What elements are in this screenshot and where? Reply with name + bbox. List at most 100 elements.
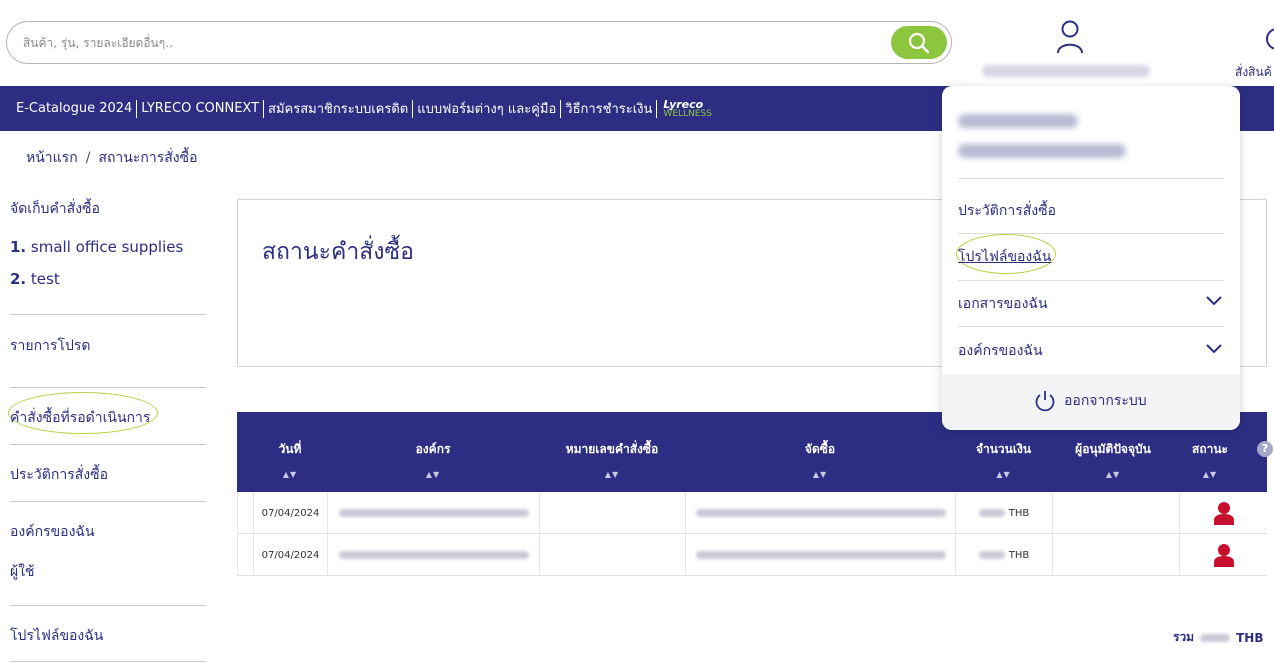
- account-name-redacted: [982, 65, 1150, 77]
- dropdown-item-my-documents[interactable]: เอกสารของฉัน: [958, 293, 1048, 315]
- redacted-total: [1200, 633, 1231, 642]
- sidebar-divider: [10, 501, 206, 502]
- column-header-status[interactable]: สถานะ: [1179, 440, 1241, 459]
- cell-date: 07/04/2024: [253, 534, 327, 576]
- sidebar-item-users[interactable]: ผู้ใช้: [10, 561, 35, 583]
- account-dropdown: ประวัติการสั่งซื้อ โปรไฟล์ของฉัน เอกสารข…: [942, 86, 1240, 430]
- dropdown-footer: ออกจากระบบ: [942, 374, 1240, 430]
- nav-e-catalogue[interactable]: E-Catalogue 2024: [12, 101, 136, 116]
- cell-current-approver: [1052, 534, 1179, 576]
- column-header-amount[interactable]: จำนวนเงิน: [955, 440, 1052, 459]
- sidebar-saved-list-item[interactable]: 2. test: [10, 270, 60, 288]
- dropdown-item-order-history[interactable]: ประวัติการสั่งซื้อ: [958, 200, 1056, 222]
- search-box: [6, 21, 952, 64]
- sidebar-saved-orders-heading[interactable]: จัดเก็บคำสั่งซื้อ: [10, 198, 100, 220]
- sidebar-saved-list-item[interactable]: 1. small office supplies: [10, 238, 183, 256]
- cell-status[interactable]: [1179, 534, 1267, 576]
- power-icon: [1035, 391, 1055, 412]
- breadcrumb-current: สถานะการสั่งซื้อ: [98, 150, 198, 166]
- logout-button[interactable]: ออกจากระบบ: [1034, 390, 1147, 412]
- saved-list-label: small office supplies: [30, 238, 184, 256]
- nav-credit-signup[interactable]: สมัครสมาชิกระบบเครดิต: [264, 98, 412, 119]
- sort-icon[interactable]: ▲▼: [1179, 470, 1241, 479]
- total-currency: THB: [1236, 630, 1264, 645]
- sidebar-divider: [10, 444, 206, 445]
- saved-list-number: 1.: [10, 238, 27, 256]
- dropdown-item-my-profile[interactable]: โปรไฟล์ของฉัน: [958, 246, 1051, 268]
- search-button[interactable]: [891, 26, 947, 59]
- sort-icon[interactable]: ▲▼: [539, 470, 685, 479]
- cell-amount: THB: [955, 492, 1052, 534]
- dropdown-item-my-organization[interactable]: องค์กรของฉัน: [958, 340, 1043, 362]
- cell-purchaser: [685, 534, 955, 576]
- page-title: สถานะคำสั่งซื้อ: [262, 239, 414, 265]
- top-bar: สั่งสินค้: [0, 0, 1274, 86]
- sidebar-item-favorites[interactable]: รายการโปรด: [10, 335, 90, 357]
- column-header-date[interactable]: วันที่: [253, 440, 327, 459]
- dropdown-user-name-redacted: [958, 114, 1138, 174]
- sort-icon[interactable]: ▲▼: [1052, 470, 1174, 479]
- dropdown-divider: [958, 326, 1224, 327]
- search-input[interactable]: [23, 33, 883, 53]
- chevron-down-icon[interactable]: [1206, 296, 1222, 306]
- user-status-icon: [1213, 544, 1234, 567]
- sidebar-item-my-organization[interactable]: องค์กรของฉัน: [10, 521, 95, 543]
- sidebar-item-my-profile[interactable]: โปรไฟล์ของฉัน: [10, 625, 103, 647]
- dropdown-divider: [958, 280, 1224, 281]
- breadcrumb-separator: /: [85, 150, 91, 166]
- chevron-down-icon[interactable]: [1206, 344, 1222, 354]
- breadcrumb-home[interactable]: หน้าแรก: [26, 150, 78, 166]
- cell-purchaser: [685, 492, 955, 534]
- saved-list-label: test: [30, 270, 60, 288]
- row-gutter: [237, 534, 253, 576]
- sidebar-divider: [10, 387, 206, 388]
- nav-lyreco-connext[interactable]: LYRECO CONNEXT: [137, 101, 263, 116]
- cell-date: 07/04/2024: [253, 492, 327, 534]
- column-header-order-number[interactable]: หมายเลขคำสั่งซื้อ: [539, 440, 685, 459]
- cell-current-approver: [1052, 492, 1179, 534]
- nav-payment-methods[interactable]: วิธีการชำระเงิน: [561, 98, 656, 119]
- cell-organization: [327, 492, 539, 534]
- sort-icon[interactable]: ▲▼: [253, 470, 327, 479]
- cell-order-number: [539, 534, 685, 576]
- nav-forms-manuals[interactable]: แบบฟอร์มต่างๆ และคู่มือ: [413, 98, 560, 119]
- sort-icon[interactable]: ▲▼: [685, 470, 955, 479]
- sidebar-item-pending-orders[interactable]: คำสั่งซื้อที่รอดำเนินการ: [10, 407, 150, 429]
- redacted-amount: [978, 551, 1005, 559]
- help-icon[interactable]: ?: [1257, 441, 1273, 457]
- nav-lyreco-wellness-logo[interactable]: Lyreco WELLNESS: [657, 99, 711, 119]
- column-header-organization[interactable]: องค์กร: [327, 440, 539, 459]
- sort-icon[interactable]: ▲▼: [327, 470, 539, 479]
- column-header-current-approver[interactable]: ผู้อนุมัติปัจจุบัน: [1052, 440, 1174, 459]
- cell-order-number: [539, 492, 685, 534]
- redacted-amount: [978, 509, 1005, 517]
- sidebar-item-order-history[interactable]: ประวัติการสั่งซื้อ: [10, 464, 108, 486]
- amount-currency: THB: [1008, 549, 1030, 561]
- column-header-purchaser[interactable]: จัดซื้อ: [685, 440, 955, 459]
- sort-icon[interactable]: ▲▼: [955, 470, 1052, 479]
- table-row[interactable]: 07/04/2024 THB: [237, 492, 1267, 534]
- order-link[interactable]: สั่งสินค้: [1232, 20, 1274, 80]
- sidebar-divider: [10, 605, 206, 606]
- logout-label: ออกจากระบบ: [1064, 393, 1147, 409]
- order-label: สั่งสินค้: [1235, 65, 1272, 79]
- table-total: รวม THB: [1173, 628, 1263, 647]
- redacted-text: [695, 509, 946, 517]
- cell-status[interactable]: [1179, 492, 1267, 534]
- brand-top-text: Lyreco: [663, 97, 704, 111]
- user-icon: [1057, 20, 1083, 54]
- dropdown-divider: [958, 178, 1224, 179]
- cell-organization: [327, 534, 539, 576]
- redacted-text: [958, 144, 1126, 158]
- account-menu-trigger[interactable]: [980, 20, 1160, 80]
- user-status-icon: [1213, 502, 1234, 525]
- sidebar-divider: [10, 661, 206, 662]
- saved-list-number: 2.: [10, 270, 27, 288]
- table-row[interactable]: 07/04/2024 THB: [237, 534, 1267, 576]
- brand-bottom-text: WELLNESS: [663, 108, 712, 119]
- cell-amount: THB: [955, 534, 1052, 576]
- redacted-text: [958, 114, 1078, 128]
- amount-currency: THB: [1008, 507, 1030, 519]
- sidebar-divider: [10, 314, 206, 315]
- redacted-text: [695, 551, 946, 559]
